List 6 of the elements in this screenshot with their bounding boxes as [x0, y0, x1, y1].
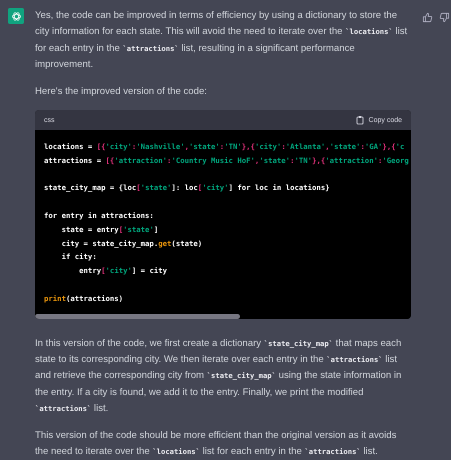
- thumbs-down-icon[interactable]: [439, 12, 450, 23]
- message-paragraph: Here's the improved version of the code:: [35, 84, 208, 99]
- clipboard-icon: [356, 115, 364, 126]
- assistant-avatar-icon: [8, 8, 24, 24]
- scrollbar-thumb[interactable]: [35, 314, 240, 319]
- thumbs-up-icon[interactable]: [422, 12, 433, 23]
